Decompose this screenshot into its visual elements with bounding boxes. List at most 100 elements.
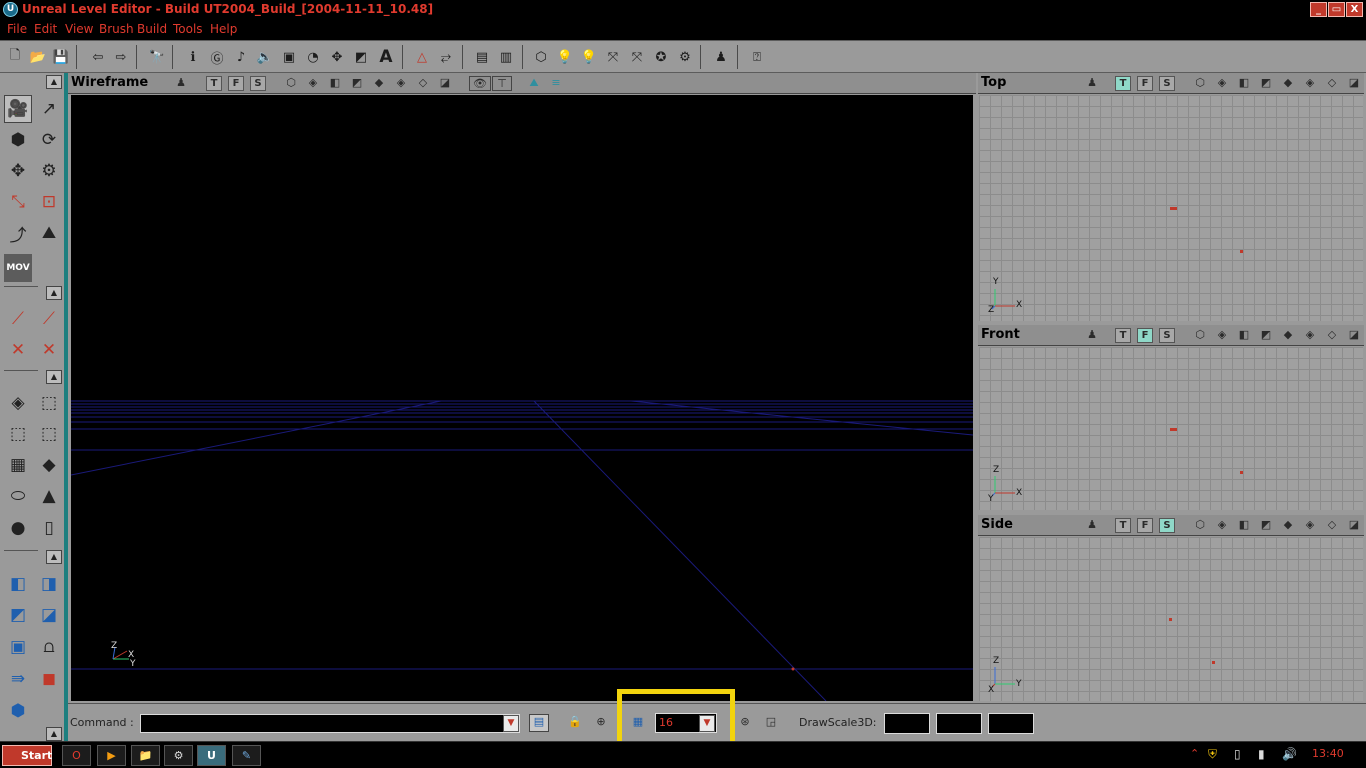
collapse-arrow-icon[interactable]: ▲ xyxy=(46,550,62,564)
csg-add-icon[interactable]: ◧ xyxy=(4,570,32,598)
side-view-button[interactable]: S xyxy=(1159,76,1175,91)
open-map-icon[interactable]: 📂 xyxy=(27,46,49,68)
lighting-only-icon[interactable]: ◇ xyxy=(1324,328,1340,343)
terrain-builder-icon[interactable]: ▦ xyxy=(4,451,32,479)
top-view-button[interactable]: T xyxy=(206,76,222,91)
flat-cube-icon[interactable]: ◩ xyxy=(1258,76,1274,91)
static-mesh-browser-icon[interactable]: ◔ xyxy=(302,46,324,68)
group-browser-icon[interactable]: Ⓖ xyxy=(206,46,228,68)
csg-subtract-icon[interactable]: ◨ xyxy=(35,570,63,598)
add-static-mesh-icon[interactable]: ⩍ xyxy=(35,633,63,661)
build-lighting-icon[interactable]: 💡 xyxy=(554,46,576,68)
joystick-icon[interactable]: ♟ xyxy=(173,76,189,91)
redo-icon[interactable]: ⇨ xyxy=(110,46,132,68)
flat-cube-icon[interactable]: ◩ xyxy=(349,76,365,91)
side-viewport-canvas[interactable]: Z X Y xyxy=(979,537,1363,701)
font-browser-icon[interactable]: A xyxy=(375,46,397,68)
menu-file[interactable]: File xyxy=(7,22,27,36)
depth-complexity-icon[interactable]: ◪ xyxy=(1346,76,1362,91)
restore-button[interactable]: ▭ xyxy=(1328,2,1345,17)
zone-cube-icon[interactable]: ◈ xyxy=(1214,328,1230,343)
texture-cube-icon[interactable]: ◧ xyxy=(1236,76,1252,91)
lit-cube-icon[interactable]: ◆ xyxy=(371,76,387,91)
unreal-editor-task-icon[interactable]: U xyxy=(197,745,226,766)
command-input[interactable] xyxy=(140,714,520,733)
tray-expand-icon[interactable]: ⌃ xyxy=(1190,747,1199,760)
add-volume-icon[interactable]: ⬢ xyxy=(4,697,32,725)
sheet-builder-icon[interactable]: ◆ xyxy=(35,451,63,479)
lit-cube-icon[interactable]: ◆ xyxy=(1280,328,1296,343)
menu-tools[interactable]: Tools xyxy=(173,22,203,36)
volume-icon[interactable]: 🔊 xyxy=(1282,747,1297,761)
brush-clip-icon[interactable]: ⤡ xyxy=(4,188,32,216)
top-view-button[interactable]: T xyxy=(1115,328,1131,343)
wireframe-cube-icon[interactable]: ⬡ xyxy=(1192,518,1208,533)
front-viewport-canvas[interactable]: Z Y X xyxy=(979,347,1363,510)
menu-edit[interactable]: Edit xyxy=(34,22,57,36)
build-all-icon[interactable]: ✪ xyxy=(650,46,672,68)
animation-browser-icon[interactable]: ✥ xyxy=(326,46,348,68)
delete-clip-icon[interactable]: ✕ xyxy=(35,336,63,364)
zone-cube-icon[interactable]: ◈ xyxy=(305,76,321,91)
lit-cube-icon[interactable]: ◆ xyxy=(1280,518,1296,533)
2d-shape-editor-icon[interactable]: ▤ xyxy=(471,46,493,68)
flat-cube-icon[interactable]: ◩ xyxy=(1258,518,1274,533)
face-drag-icon[interactable]: ⊡ xyxy=(35,188,63,216)
view-show-icon[interactable]: 👁 xyxy=(469,76,491,91)
dynlight-cube-icon[interactable]: ◈ xyxy=(393,76,409,91)
realtime-preview-icon[interactable]: ≡ xyxy=(548,76,564,91)
collapse-arrow-icon[interactable]: ▲ xyxy=(46,370,62,384)
front-view-button[interactable]: F xyxy=(1137,328,1153,343)
lighting-only-icon[interactable]: ◇ xyxy=(1324,518,1340,533)
depth-complexity-icon[interactable]: ◪ xyxy=(1346,518,1362,533)
vertex-mode-icon[interactable]: ↗ xyxy=(35,95,63,123)
sphere-builder-icon[interactable]: ● xyxy=(4,514,32,542)
top-viewport-canvas[interactable]: Y Z X xyxy=(979,95,1363,321)
sound-browser-icon[interactable]: 🔈 xyxy=(254,46,276,68)
play-level-icon[interactable]: ♟ xyxy=(710,46,732,68)
maximize-viewport-icon[interactable]: ◲ xyxy=(763,715,779,730)
terrain-view-icon[interactable]: ⛰ xyxy=(526,76,542,91)
build-lighting-selected-icon[interactable]: 💡 xyxy=(578,46,600,68)
lock-icon[interactable]: 🔒 xyxy=(567,715,583,730)
editor-window-task-icon[interactable]: ✎ xyxy=(232,745,261,766)
drawscale-y-field[interactable] xyxy=(936,713,982,734)
collapse-arrow-icon[interactable]: ▲ xyxy=(46,727,62,741)
menu-view[interactable]: View xyxy=(65,22,93,36)
flip-clip-icon[interactable]: ✕ xyxy=(4,336,32,364)
snap-vertex-icon[interactable]: ⊕ xyxy=(593,715,609,730)
csg-deintersect-icon[interactable]: ◪ xyxy=(35,601,63,629)
zone-cube-icon[interactable]: ◈ xyxy=(1214,518,1230,533)
terrain-mode-icon[interactable]: ⛰ xyxy=(35,219,63,247)
file-explorer-icon[interactable]: 📁 xyxy=(131,745,160,766)
build-options-icon[interactable]: ⚙ xyxy=(674,46,696,68)
split-brush-icon[interactable]: ⟋ xyxy=(35,305,63,333)
texture-pan-icon[interactable]: ⚙ xyxy=(35,157,63,185)
menu-build[interactable]: Build xyxy=(137,22,167,36)
view-options-icon[interactable]: ⊤ xyxy=(492,76,512,91)
wireframe-cube-icon[interactable]: ⬡ xyxy=(283,76,299,91)
top-view-button[interactable]: T xyxy=(1115,76,1131,91)
curved-stair-icon[interactable]: ⬚ xyxy=(4,420,32,448)
undo-icon[interactable]: ⇦ xyxy=(87,46,109,68)
depth-complexity-icon[interactable]: ◪ xyxy=(1346,328,1362,343)
joystick-icon[interactable]: ♟ xyxy=(1084,518,1100,533)
minimize-button[interactable]: _ xyxy=(1310,2,1327,17)
wireframe-cube-icon[interactable]: ⬡ xyxy=(1192,76,1208,91)
music-browser-icon[interactable]: ♪ xyxy=(230,46,252,68)
flat-cube-icon[interactable]: ◩ xyxy=(1258,328,1274,343)
matinee-icon[interactable]: ⥂ xyxy=(435,46,457,68)
actor-properties-icon[interactable]: ℹ xyxy=(182,46,204,68)
side-view-button[interactable]: S xyxy=(1159,328,1175,343)
unrealscript-editor-icon[interactable]: ▥ xyxy=(495,46,517,68)
collapse-arrow-icon[interactable]: ▲ xyxy=(46,75,62,89)
wireframe-cube-icon[interactable]: ⬡ xyxy=(1192,328,1208,343)
joystick-icon[interactable]: ♟ xyxy=(1084,76,1100,91)
dynlight-cube-icon[interactable]: ◈ xyxy=(1302,328,1318,343)
texture-cube-icon[interactable]: ◧ xyxy=(1236,518,1252,533)
joystick-icon[interactable]: ♟ xyxy=(1084,328,1100,343)
matinee-mode-icon[interactable]: MOV xyxy=(4,254,32,282)
close-button[interactable]: X xyxy=(1346,2,1363,17)
brush-clipper-icon[interactable]: ⟋ xyxy=(4,305,32,333)
front-view-button[interactable]: F xyxy=(1137,76,1153,91)
